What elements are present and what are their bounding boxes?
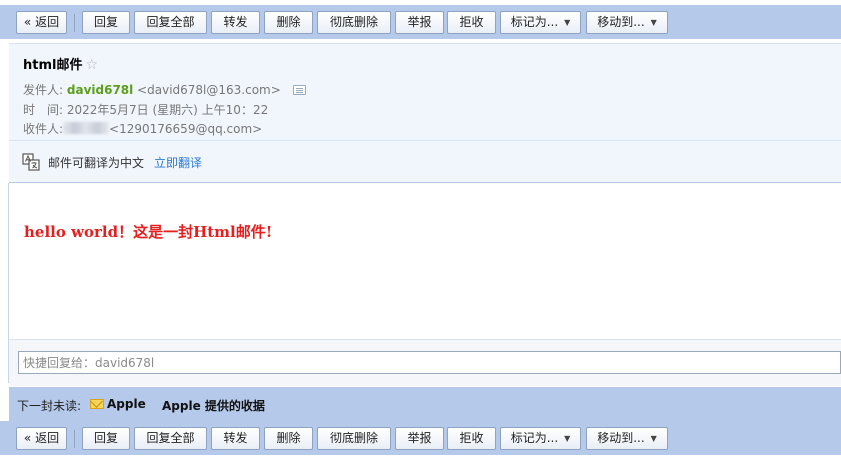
chevron-down-icon: ▼ bbox=[564, 434, 571, 443]
delete-forever-button[interactable]: 彻底删除 bbox=[317, 11, 391, 34]
next-unread-sender[interactable]: Apple bbox=[107, 397, 146, 411]
header-divider bbox=[9, 140, 841, 141]
move-to-label: 移动到... bbox=[597, 15, 645, 29]
reply-all-button[interactable]: 回复全部 bbox=[134, 11, 207, 34]
toolbar-separator bbox=[74, 14, 75, 32]
delete-forever-button[interactable]: 彻底删除 bbox=[317, 427, 391, 450]
delete-button[interactable]: 删除 bbox=[264, 427, 313, 450]
mark-as-label: 标记为... bbox=[510, 431, 559, 445]
reply-button[interactable]: 回复 bbox=[82, 427, 130, 450]
mail-subject: html邮件 ☆ bbox=[23, 54, 98, 73]
chevron-down-icon: ▼ bbox=[564, 18, 571, 27]
quick-reply-area bbox=[9, 339, 841, 386]
forward-button[interactable]: 转发 bbox=[211, 427, 260, 450]
mail-header: html邮件 ☆ 发件人: david678l <david678l@163.co… bbox=[9, 43, 841, 183]
back-button[interactable]: « 返回 bbox=[16, 11, 67, 34]
recipient-email: <1290176659@qq.com> bbox=[109, 122, 263, 136]
translate-icon[interactable] bbox=[22, 153, 40, 171]
to-row: 收件人: <1290176659@qq.com> bbox=[23, 120, 262, 137]
chevron-down-icon: ▼ bbox=[650, 434, 657, 443]
time-label: 时 间: bbox=[23, 103, 64, 117]
bottom-toolbar: « 返回 回复 回复全部 转发 删除 彻底删除 举报 拒收 标记为... ▼ 移动… bbox=[0, 421, 841, 455]
subject-text: html邮件 bbox=[23, 58, 83, 73]
reject-button[interactable]: 拒收 bbox=[447, 427, 496, 450]
forward-button[interactable]: 转发 bbox=[211, 11, 260, 34]
next-unread-subject[interactable]: Apple 提供的收据 bbox=[162, 397, 265, 414]
toolbar-separator bbox=[74, 430, 75, 448]
time-row: 时 间: 2022年5月7日 (星期六) 上午10：22 bbox=[23, 101, 268, 118]
reply-all-button[interactable]: 回复全部 bbox=[134, 427, 207, 450]
back-button[interactable]: « 返回 bbox=[16, 427, 67, 450]
to-label: 收件人: bbox=[23, 122, 64, 136]
move-to-dropdown[interactable]: 移动到... ▼ bbox=[586, 427, 668, 450]
star-icon[interactable]: ☆ bbox=[85, 57, 98, 73]
quick-reply-input[interactable] bbox=[18, 351, 841, 374]
recipient-name-blurred bbox=[63, 122, 110, 134]
mail-body-text: hello world！这是一封Html邮件! bbox=[24, 223, 273, 241]
move-to-dropdown[interactable]: 移动到... ▼ bbox=[586, 11, 668, 34]
sender-email: <david678l@163.com> bbox=[137, 83, 281, 97]
mark-as-dropdown[interactable]: 标记为... ▼ bbox=[500, 427, 581, 450]
move-to-label: 移动到... bbox=[597, 431, 645, 445]
delete-button[interactable]: 删除 bbox=[264, 11, 313, 34]
reject-button[interactable]: 拒收 bbox=[447, 11, 496, 34]
from-row: 发件人: david678l <david678l@163.com> bbox=[23, 81, 306, 98]
reply-button[interactable]: 回复 bbox=[82, 11, 130, 34]
report-button[interactable]: 举报 bbox=[395, 11, 444, 34]
translate-now-link[interactable]: 立即翻译 bbox=[154, 154, 202, 171]
from-label: 发件人: bbox=[23, 83, 64, 97]
time-value: 2022年5月7日 (星期六) 上午10：22 bbox=[66, 103, 269, 117]
mark-as-dropdown[interactable]: 标记为... ▼ bbox=[500, 11, 581, 34]
report-button[interactable]: 举报 bbox=[395, 427, 444, 450]
top-toolbar: « 返回 回复 回复全部 转发 删除 彻底删除 举报 拒收 标记为... ▼ 移动… bbox=[0, 5, 841, 39]
mark-as-label: 标记为... bbox=[510, 15, 559, 29]
sender-name[interactable]: david678l bbox=[67, 83, 133, 97]
chevron-down-icon: ▼ bbox=[650, 18, 657, 27]
envelope-icon bbox=[90, 399, 104, 409]
next-unread-label: 下一封未读: bbox=[17, 399, 82, 413]
next-unread-bar: 下一封未读: Apple Apple 提供的收据 bbox=[9, 387, 841, 421]
contact-card-icon[interactable] bbox=[292, 85, 306, 95]
translate-notice: 邮件可翻译为中文 bbox=[48, 156, 145, 170]
